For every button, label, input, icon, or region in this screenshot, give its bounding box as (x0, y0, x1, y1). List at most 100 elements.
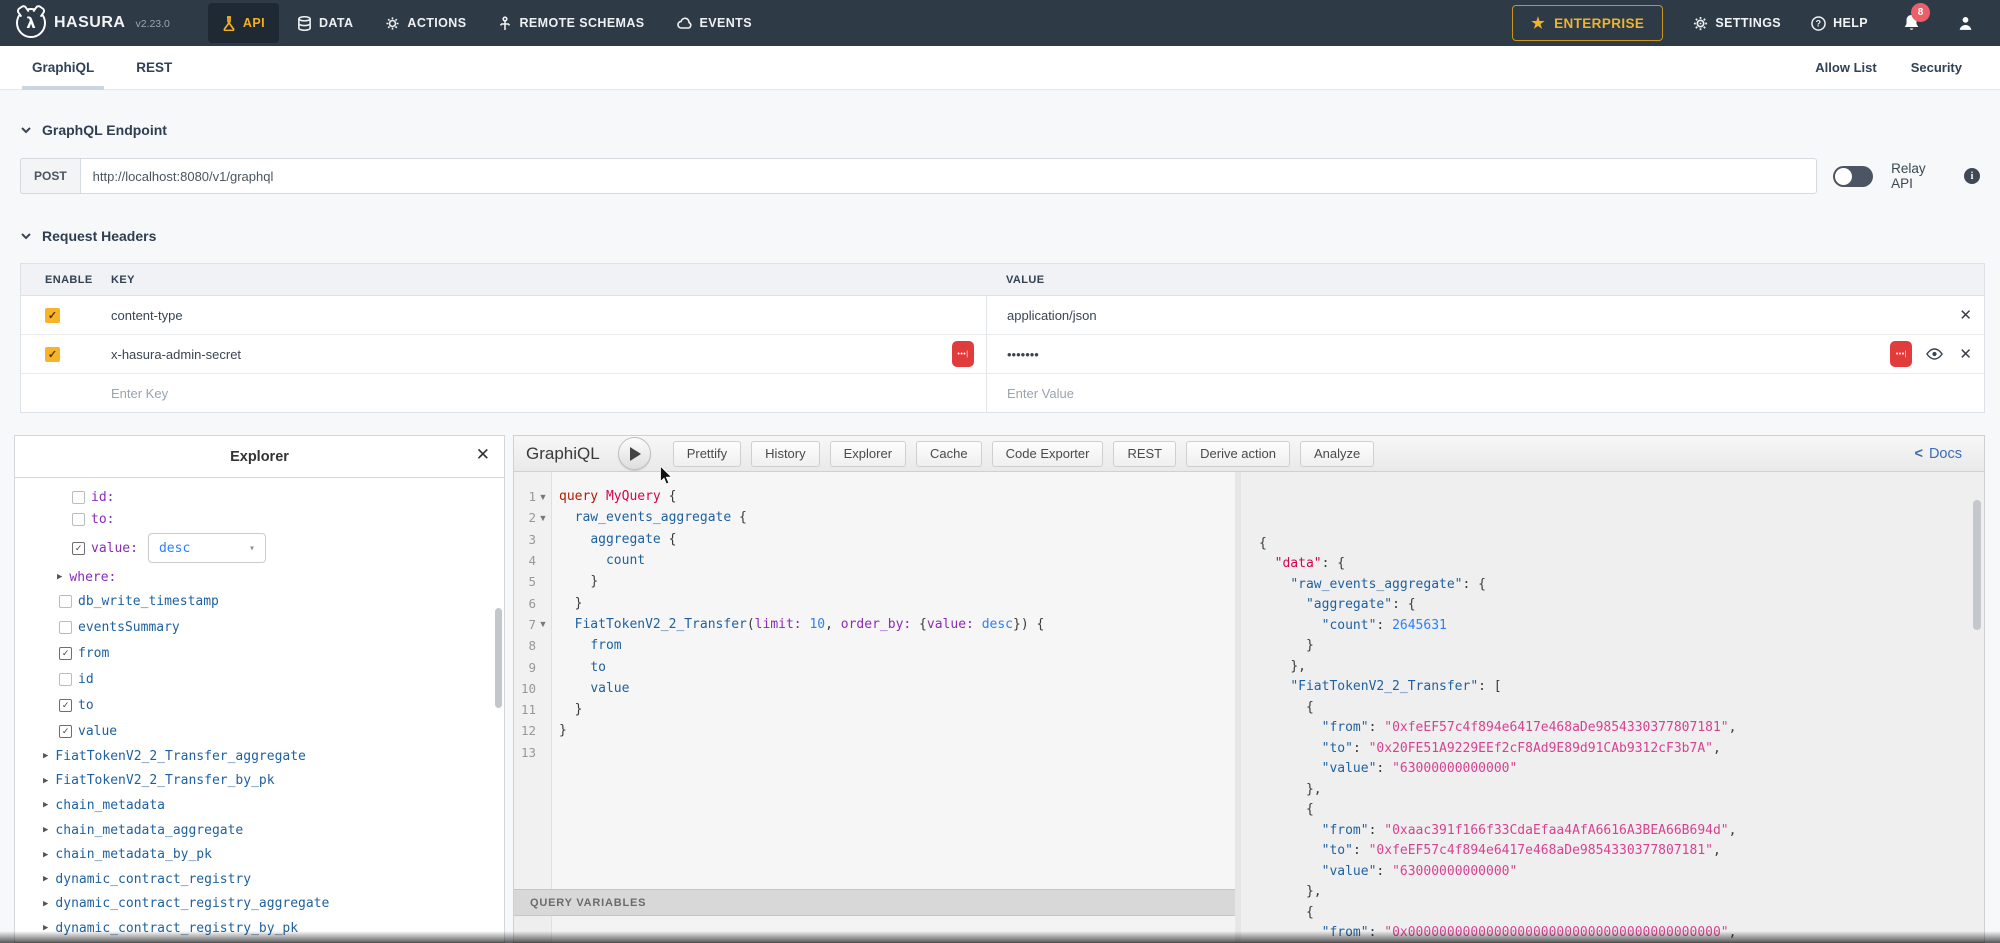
header-value-text[interactable]: ••••••• (1007, 347, 1039, 362)
nav-item-api[interactable]: API (208, 3, 279, 43)
explorer-item-dynamic_contract_registry_aggregate[interactable]: ▶dynamic_contract_registry_aggregate (15, 892, 504, 917)
tab-rest[interactable]: REST (126, 46, 182, 90)
enterprise-button[interactable]: ★ ENTERPRISE (1512, 5, 1663, 41)
explorer-checkbox[interactable] (59, 595, 72, 608)
header-value-text[interactable]: application/json (1007, 308, 1097, 323)
explorer-item-to[interactable]: to: (15, 508, 504, 530)
explorer-item-where[interactable]: ▶where: (15, 566, 504, 588)
fold-arrow-icon[interactable]: ▼ (536, 492, 550, 502)
fold-arrow-icon[interactable]: ▼ (536, 619, 550, 629)
toolbar-button-code-exporter[interactable]: Code Exporter (992, 441, 1104, 467)
explorer-item-db_write_timestamp[interactable]: db_write_timestamp (15, 588, 504, 614)
explorer-checkbox[interactable]: ✓ (59, 725, 72, 738)
tab-graphiql[interactable]: GraphiQL (22, 46, 104, 90)
toolbar-button-history[interactable]: History (751, 441, 819, 467)
show-secret-eye-icon[interactable] (1926, 348, 1943, 360)
request-headers-section-header[interactable]: Request Headers (20, 228, 156, 244)
explorer-item-value[interactable]: ✓value (15, 718, 504, 744)
explorer-checkbox[interactable] (59, 621, 72, 634)
explorer-item-chain_metadata_by_pk[interactable]: ▶chain_metadata_by_pk (15, 842, 504, 867)
explorer-checkbox[interactable]: ✓ (59, 647, 72, 660)
explorer-item-id[interactable]: id: (15, 486, 504, 508)
explorer-item-to[interactable]: ✓to (15, 692, 504, 718)
explorer-checkbox[interactable]: ✓ (59, 699, 72, 712)
response-token: }, (1306, 884, 1322, 899)
explorer-item-from[interactable]: ✓from (15, 640, 504, 666)
explorer-checkbox[interactable] (59, 673, 72, 686)
explorer-checkbox[interactable] (72, 513, 85, 526)
toolbar-button-derive-action[interactable]: Derive action (1186, 441, 1290, 467)
header-enabled-checkbox[interactable]: ✓ (45, 347, 60, 362)
info-icon[interactable]: i (1964, 168, 1980, 184)
expand-arrow-icon[interactable]: ▶ (43, 825, 48, 835)
response-token: : (1369, 925, 1385, 940)
graphiql-toolbar: GraphiQL PrettifyHistoryExplorerCacheCod… (514, 436, 1984, 472)
fold-arrow-icon[interactable]: ▼ (536, 513, 550, 523)
nav-item-actions[interactable]: ACTIONS (369, 0, 482, 46)
explorer-scrollbar[interactable] (495, 608, 502, 708)
user-menu-button[interactable] (1957, 15, 1974, 32)
sort-direction-select[interactable]: desc▾ (148, 533, 266, 563)
explorer-item-id[interactable]: id (15, 666, 504, 692)
key-input-placeholder[interactable]: Enter Key (91, 374, 986, 412)
response-scrollbar[interactable] (1973, 500, 1981, 630)
settings-button[interactable]: SETTINGS (1693, 16, 1781, 31)
explorer-item-value[interactable]: ✓value:desc▾ (15, 530, 504, 566)
query-code[interactable]: query MyQuery { raw_events_aggregate { a… (552, 472, 1235, 889)
admin-secret-badge[interactable]: •••| (952, 341, 974, 367)
link-allow-list[interactable]: Allow List (1815, 60, 1876, 75)
toolbar-button-explorer[interactable]: Explorer (830, 441, 906, 467)
explorer-item-dynamic_contract_registry[interactable]: ▶dynamic_contract_registry (15, 867, 504, 892)
nav-item-remote-schemas[interactable]: REMOTE SCHEMAS (482, 0, 660, 46)
key-flex: x-hasura-admin-secret •••| (111, 341, 974, 367)
execute-query-button[interactable] (618, 437, 651, 470)
relay-api-toggle[interactable] (1833, 166, 1873, 187)
expand-arrow-icon[interactable]: ▶ (43, 800, 48, 810)
toolbar-button-rest[interactable]: REST (1113, 441, 1176, 467)
explorer-checkbox[interactable]: ✓ (72, 542, 85, 555)
close-icon[interactable]: ✕ (476, 445, 490, 465)
toolbar-button-prettify[interactable]: Prettify (673, 441, 741, 467)
response-pane[interactable]: { "data": { "raw_events_aggregate": { "a… (1241, 472, 1984, 942)
expand-arrow-icon[interactable]: ▶ (43, 776, 48, 786)
brand-name: HASURA (54, 14, 125, 32)
line-number: 12 (514, 723, 536, 738)
expand-arrow-icon[interactable]: ▶ (43, 874, 48, 884)
notifications-button[interactable]: 8 (1902, 13, 1921, 33)
expand-arrow-icon[interactable]: ▶ (43, 751, 48, 761)
hasura-logo[interactable]: λ HASURA v2.23.0 (0, 8, 184, 38)
header-key-text[interactable]: x-hasura-admin-secret (111, 347, 241, 362)
graphql-endpoint-input[interactable] (80, 158, 1818, 194)
nav-item-label: REMOTE SCHEMAS (519, 16, 644, 30)
value-input-placeholder[interactable]: Enter Value (986, 374, 1984, 412)
nav-item-data[interactable]: DATA (281, 0, 369, 46)
code-line: } (559, 592, 1235, 613)
header-enabled-checkbox[interactable]: ✓ (45, 308, 60, 323)
toolbar-button-cache[interactable]: Cache (916, 441, 982, 467)
remove-header-icon[interactable]: ✕ (1959, 345, 1972, 363)
link-security[interactable]: Security (1911, 60, 1962, 75)
graphql-endpoint-section-header[interactable]: GraphQL Endpoint (20, 122, 167, 138)
toolbar-button-analyze[interactable]: Analyze (1300, 441, 1374, 467)
query-variables-bar[interactable]: QUERY VARIABLES (514, 889, 1235, 916)
explorer-item-eventsSummary[interactable]: eventsSummary (15, 614, 504, 640)
explorer-item-FiatTokenV2_2_Transfer_by_pk[interactable]: ▶FiatTokenV2_2_Transfer_by_pk (15, 769, 504, 794)
expand-arrow-icon[interactable]: ▶ (57, 572, 62, 582)
nav-item-events[interactable]: EVENTS (661, 0, 768, 46)
remove-header-icon[interactable]: ✕ (1959, 306, 1972, 324)
admin-secret-badge[interactable]: •••| (1890, 341, 1912, 367)
help-button[interactable]: ? HELP (1811, 16, 1868, 31)
explorer-item-FiatTokenV2_2_Transfer_aggregate[interactable]: ▶FiatTokenV2_2_Transfer_aggregate (15, 744, 504, 769)
expand-arrow-icon[interactable]: ▶ (43, 923, 48, 933)
header-key-text[interactable]: content-type (111, 308, 183, 323)
expand-arrow-icon[interactable]: ▶ (43, 850, 48, 860)
expand-arrow-icon[interactable]: ▶ (43, 899, 48, 909)
explorer-item-chain_metadata_aggregate[interactable]: ▶chain_metadata_aggregate (15, 818, 504, 843)
explorer-item-dynamic_contract_registry_by_pk[interactable]: ▶dynamic_contract_registry_by_pk (15, 916, 504, 941)
docs-button[interactable]: < Docs (1914, 446, 1972, 462)
query-editor[interactable]: 1▼2▼34567▼8910111213 query MyQuery { raw… (514, 472, 1235, 889)
response-line: "value": "63000000000000" (1259, 759, 1984, 780)
explorer-item-chain_metadata[interactable]: ▶chain_metadata (15, 793, 504, 818)
query-variables-editor[interactable] (514, 916, 1235, 942)
explorer-checkbox[interactable] (72, 491, 85, 504)
